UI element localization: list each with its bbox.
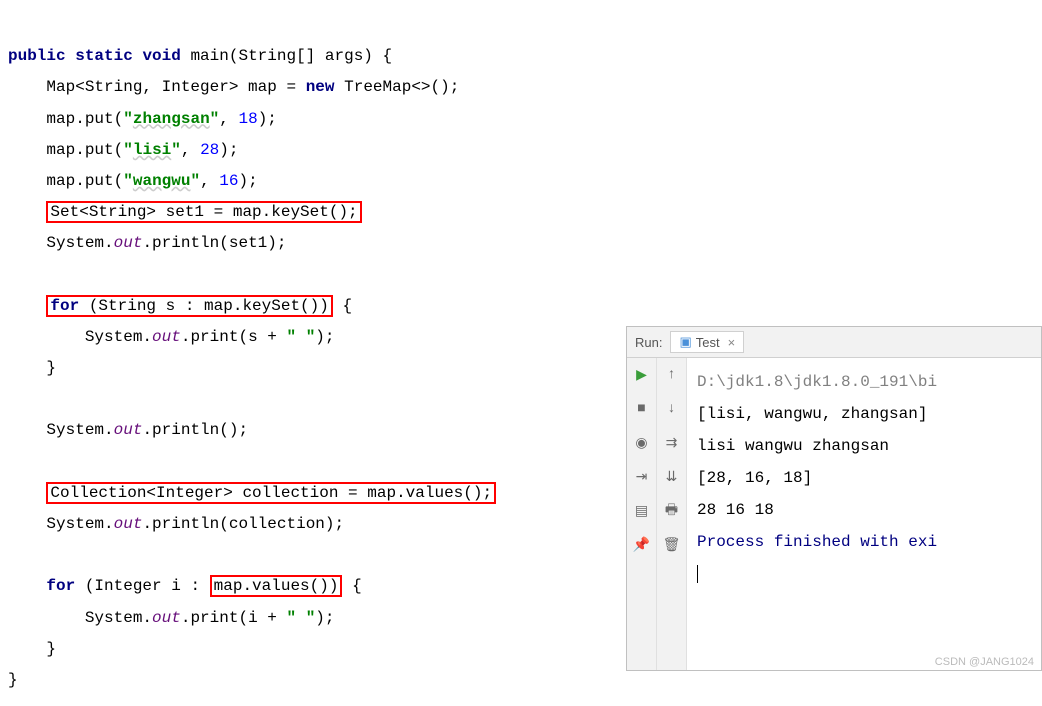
type-treemap: TreeMap<> [344,78,430,96]
string-literal: "zhangsan" [123,110,219,128]
console-line: [28, 16, 18] [697,469,812,487]
wrap-icon[interactable]: ⇉ [663,434,681,452]
field-out: out [114,234,143,252]
param-name: args [325,47,363,65]
console-path: D:\jdk1.8\jdk1.8.0_191\bi [697,373,937,391]
stop-icon[interactable]: ■ [633,400,651,418]
console-line: lisi wangwu zhangsan [697,437,899,455]
highlighted-set-declaration: Set<String> set1 = map.keySet(); [46,201,361,223]
run-toolbar-right: ↑ ↓ ⇉ ⇊ 🖶 🗑 [657,358,687,670]
print-icon[interactable]: 🖶 [663,502,681,520]
run-tool-window: Run: ▣ Test × ▶ ■ ◉ ⇥ ▤ 📌 ↑ ↓ ⇉ ⇊ 🖶 🗑 D:… [626,326,1042,671]
var-map: map [248,78,277,96]
keyword-void: void [142,47,180,65]
export-icon[interactable]: ⇥ [633,468,651,486]
camera-icon[interactable]: ◉ [633,434,651,452]
method-name: main [190,47,228,65]
close-icon[interactable]: × [728,335,736,350]
keyword-static: static [75,47,133,65]
string-literal: "wangwu" [123,172,200,190]
app-icon: ▣ [679,334,691,350]
param-type: String[] [238,47,315,65]
down-arrow-icon[interactable]: ↓ [663,400,681,418]
watermark: CSDN @JANG1024 [935,656,1034,668]
console-line: [lisi, wangwu, zhangsan] [697,405,927,423]
run-tab[interactable]: ▣ Test × [670,331,744,353]
console-output[interactable]: D:\jdk1.8\jdk1.8.0_191\bi [lisi, wangwu,… [687,358,1041,670]
run-tab-name: Test [696,335,720,350]
pin-icon[interactable]: 📌 [633,536,651,554]
trash-icon[interactable]: 🗑 [663,536,681,554]
console-exit-line: Process finished with exi [697,533,937,551]
run-header: Run: ▣ Test × [627,327,1041,358]
keyword-public: public [8,47,66,65]
keyword-new: new [306,78,335,96]
type-map: Map<String, Integer> [46,78,238,96]
up-arrow-icon[interactable]: ↑ [663,366,681,384]
run-icon[interactable]: ▶ [633,366,651,384]
run-toolbar-left: ▶ ■ ◉ ⇥ ▤ 📌 [627,358,657,670]
run-label: Run: [635,335,662,350]
string-literal: "lisi" [123,141,181,159]
highlighted-collection-declaration: Collection<Integer> collection = map.val… [46,482,496,504]
cursor [697,565,698,583]
highlighted-for-header: for (String s : map.keySet()) [46,295,332,317]
console-line: 28 16 18 [697,501,783,519]
highlighted-map-values: map.values()) [210,575,343,597]
scroll-icon[interactable]: ⇊ [663,468,681,486]
layout-icon[interactable]: ▤ [633,502,651,520]
